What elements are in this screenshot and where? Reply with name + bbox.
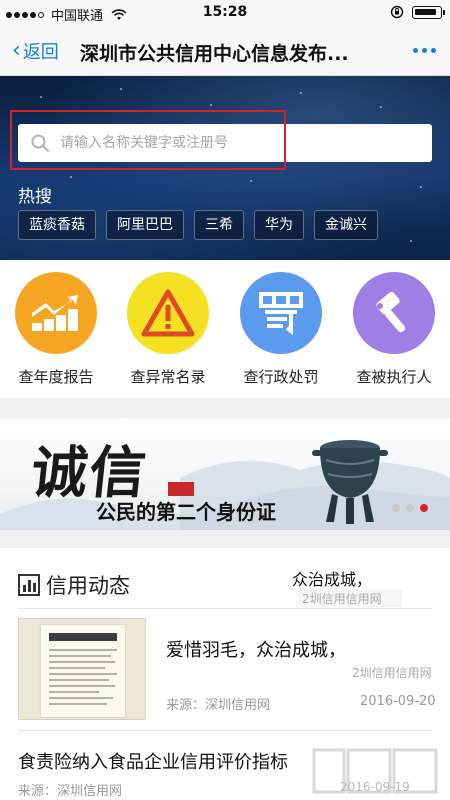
search-hero: 热搜 蓝痰香菇 阿里巴巴 三希 华为 金诚兴 bbox=[0, 76, 450, 260]
banner-subtitle: 公民的第二个身份证 bbox=[96, 500, 276, 524]
signal-strength-icon bbox=[6, 11, 44, 18]
section-divider bbox=[0, 530, 450, 548]
hot-tag[interactable]: 蓝痰香菇 bbox=[18, 210, 96, 240]
chart-up-icon bbox=[15, 272, 97, 354]
bar-chart-icon bbox=[18, 574, 40, 596]
back-button[interactable]: ‹ 返回 bbox=[12, 38, 59, 64]
news-header: 信用动态 bbox=[18, 570, 130, 600]
hot-tag[interactable]: 阿里巴巴 bbox=[106, 210, 184, 240]
annual-report-button[interactable]: 查年度报告 bbox=[0, 272, 112, 387]
watermark-logo bbox=[312, 748, 438, 794]
news-date: 2016-09-20 bbox=[360, 694, 436, 709]
hot-search-tags: 蓝痰香菇 阿里巴巴 三希 华为 金诚兴 bbox=[18, 210, 378, 240]
news-faded-source: 2圳信用信用网 bbox=[352, 666, 432, 680]
penalty-icon bbox=[240, 272, 322, 354]
hot-tag[interactable]: 华为 bbox=[254, 210, 304, 240]
hot-tag[interactable]: 金诚兴 bbox=[314, 210, 378, 240]
news-item[interactable]: 爱惜羽毛，众治成城， 2圳信用信用网 来源：深圳信用网 2016-09-20 bbox=[0, 608, 450, 730]
carrier-name: 中国联通 bbox=[51, 9, 104, 24]
quick-action-label: 查被执行人 bbox=[356, 368, 432, 386]
carousel-indicator[interactable] bbox=[392, 504, 428, 512]
promo-banner[interactable]: 诚信 公民的第二个身份证 bbox=[0, 418, 450, 530]
news-source: 来源：深圳信用网 bbox=[166, 698, 271, 713]
overlay-faded-source: 2圳信用信用网 bbox=[296, 590, 402, 607]
news-title: 爱惜羽毛，众治成城， bbox=[166, 640, 346, 661]
divider bbox=[18, 730, 432, 731]
news-thumbnail bbox=[18, 618, 146, 720]
status-left: 中国联通 bbox=[6, 5, 127, 24]
bronze-vessel-icon bbox=[312, 440, 388, 524]
section-title: 信用动态 bbox=[46, 574, 130, 598]
banner-seal bbox=[168, 482, 194, 496]
status-right bbox=[390, 5, 445, 19]
page-title: 深圳市公共信用中心信息发布... bbox=[80, 43, 349, 65]
quick-action-label: 查异常名录 bbox=[130, 368, 206, 386]
hot-search-label: 热搜 bbox=[18, 187, 52, 207]
gavel-icon bbox=[353, 272, 435, 354]
battery-icon bbox=[412, 5, 445, 19]
quick-action-label: 查行政处罚 bbox=[243, 368, 319, 386]
section-divider bbox=[0, 398, 450, 418]
more-options-icon[interactable] bbox=[413, 48, 436, 53]
quick-actions: 查年度报告 查异常名录 查行政处罚 查被执行人 bbox=[0, 260, 450, 398]
nav-bar: ‹ 返回 深圳市公共信用中心信息发布... bbox=[0, 26, 450, 76]
abnormal-list-button[interactable]: 查异常名录 bbox=[112, 272, 224, 387]
wifi-icon bbox=[111, 8, 127, 20]
news-source: 来源：深圳信用网 bbox=[18, 784, 123, 799]
search-highlight-box bbox=[10, 110, 286, 170]
news-title[interactable]: 食责险纳入食品企业信用评价指标 bbox=[18, 748, 288, 774]
credit-news-section: 信用动态 众治成城， 2圳信用信用网 爱惜羽毛，众治成城， 2圳信用信用网 来源… bbox=[0, 548, 450, 800]
executed-person-button[interactable]: 查被执行人 bbox=[338, 272, 450, 387]
warning-icon bbox=[127, 272, 209, 354]
quick-action-label: 查年度报告 bbox=[18, 368, 94, 386]
chevron-left-icon: ‹ bbox=[12, 38, 21, 63]
status-bar: 中国联通 15:28 bbox=[0, 0, 450, 26]
admin-penalty-button[interactable]: 查行政处罚 bbox=[225, 272, 337, 387]
rotation-lock-icon bbox=[390, 5, 404, 19]
hot-tag[interactable]: 三希 bbox=[194, 210, 244, 240]
overlay-headline: 众治成城， bbox=[286, 566, 379, 590]
back-label: 返回 bbox=[22, 42, 59, 63]
